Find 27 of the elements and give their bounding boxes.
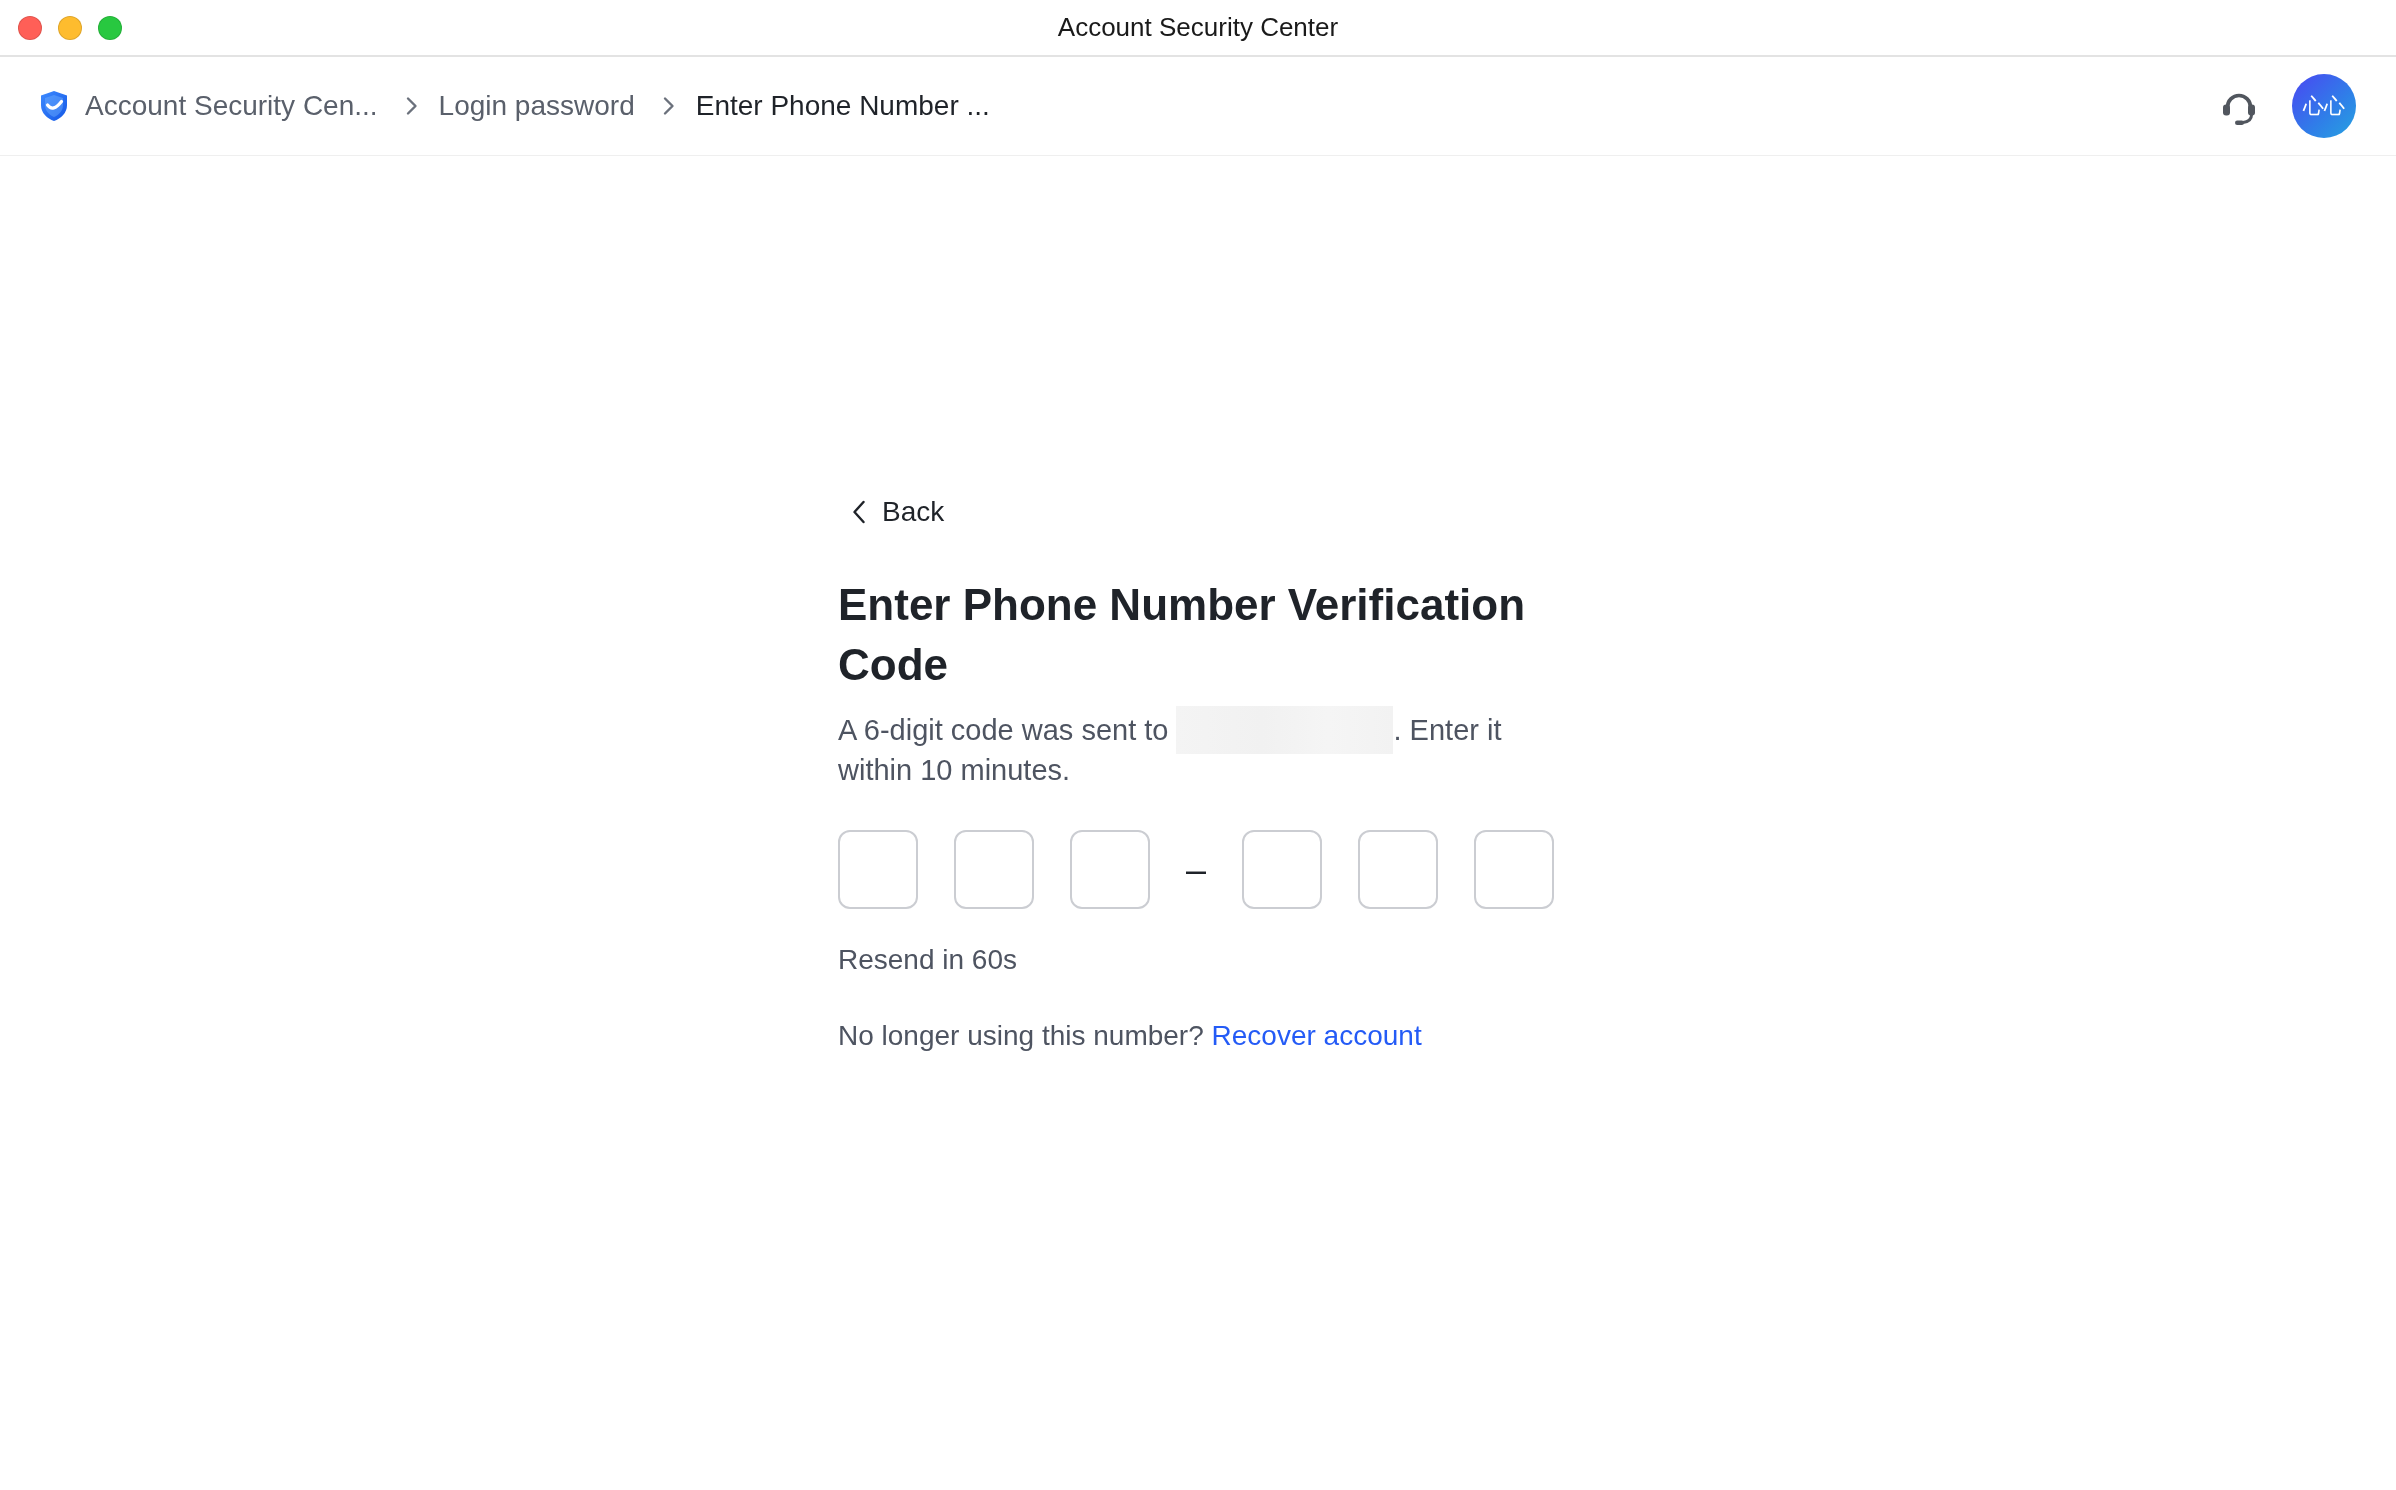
recovery-prompt-text: No longer using this number? bbox=[838, 1020, 1204, 1051]
recover-account-link[interactable]: Recover account bbox=[1211, 1020, 1422, 1051]
shield-icon bbox=[38, 90, 70, 122]
code-input-field[interactable] bbox=[1070, 830, 1150, 909]
code-input-field[interactable] bbox=[838, 830, 918, 909]
user-avatar[interactable]: 心心 bbox=[2292, 74, 2356, 138]
zoom-window-button[interactable] bbox=[98, 15, 122, 40]
minimize-window-button[interactable] bbox=[58, 15, 82, 40]
chevron-left-icon bbox=[852, 500, 866, 524]
page-heading: Enter Phone Number Verification Code bbox=[838, 579, 1527, 691]
breadcrumb-item[interactable]: Login password bbox=[438, 88, 635, 124]
resend-countdown-text: Resend in 60s bbox=[838, 943, 1017, 977]
chevron-right-icon bbox=[661, 96, 675, 116]
description-text: within 10 minutes. bbox=[838, 753, 1072, 788]
back-button[interactable]: Back bbox=[852, 492, 945, 532]
window-title: Account Security Center bbox=[1057, 12, 1339, 43]
code-input-field[interactable] bbox=[954, 830, 1034, 909]
chevron-right-icon bbox=[404, 96, 418, 116]
breadcrumb-item[interactable]: Account Security Cen... bbox=[85, 88, 378, 124]
separator-dash: – bbox=[1186, 849, 1207, 890]
code-input-field[interactable] bbox=[1242, 830, 1323, 909]
description-text: A 6-digit code was sent to bbox=[838, 713, 1169, 748]
description-text: . Enter it bbox=[1393, 713, 1502, 748]
close-window-button[interactable] bbox=[18, 15, 42, 40]
code-input-field[interactable] bbox=[1474, 830, 1555, 909]
breadcrumb-item: Enter Phone Number ... bbox=[695, 89, 990, 123]
code-input-field[interactable] bbox=[1358, 830, 1439, 909]
